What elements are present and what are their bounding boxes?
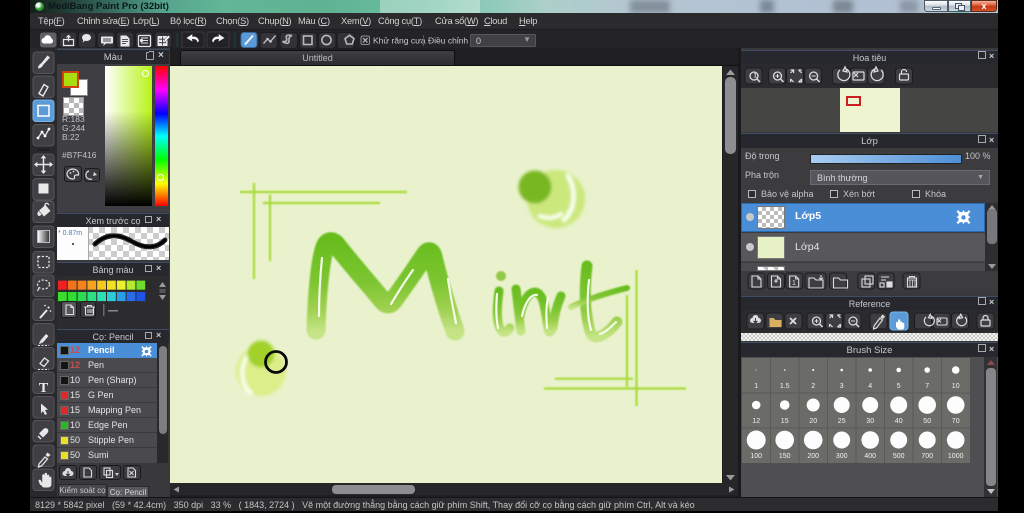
svg-text:3: 3 [840, 383, 844, 390]
svg-text:2: 2 [811, 383, 815, 390]
svg-text:400: 400 [864, 453, 876, 460]
svg-text:70: 70 [952, 418, 960, 425]
svg-text:Điều chỉnh: Điều chỉnh [428, 36, 468, 46]
svg-text:10: 10 [952, 383, 960, 390]
svg-text:300: 300 [836, 453, 848, 460]
svg-text:Khử răng cưa: Khử răng cưa [373, 36, 426, 46]
svg-text:1.5: 1.5 [780, 383, 790, 390]
svg-text:1: 1 [792, 280, 796, 287]
svg-text:5: 5 [897, 383, 901, 390]
svg-text:7: 7 [925, 383, 929, 390]
svg-text:700: 700 [921, 453, 933, 460]
svg-text:50: 50 [923, 418, 931, 425]
svg-text:12: 12 [752, 418, 760, 425]
svg-text:4: 4 [868, 383, 872, 390]
svg-text:150: 150 [779, 453, 791, 460]
svg-text:40: 40 [895, 418, 903, 425]
svg-text:20: 20 [809, 418, 817, 425]
svg-text:1: 1 [754, 383, 758, 390]
svg-text:T: T [39, 381, 49, 396]
svg-text:100: 100 [750, 453, 762, 460]
svg-text:15: 15 [781, 418, 789, 425]
svg-text:200: 200 [807, 453, 819, 460]
svg-text:1000: 1000 [948, 453, 964, 460]
svg-text:30: 30 [866, 418, 874, 425]
svg-text:25: 25 [838, 418, 846, 425]
svg-text:500: 500 [893, 453, 905, 460]
